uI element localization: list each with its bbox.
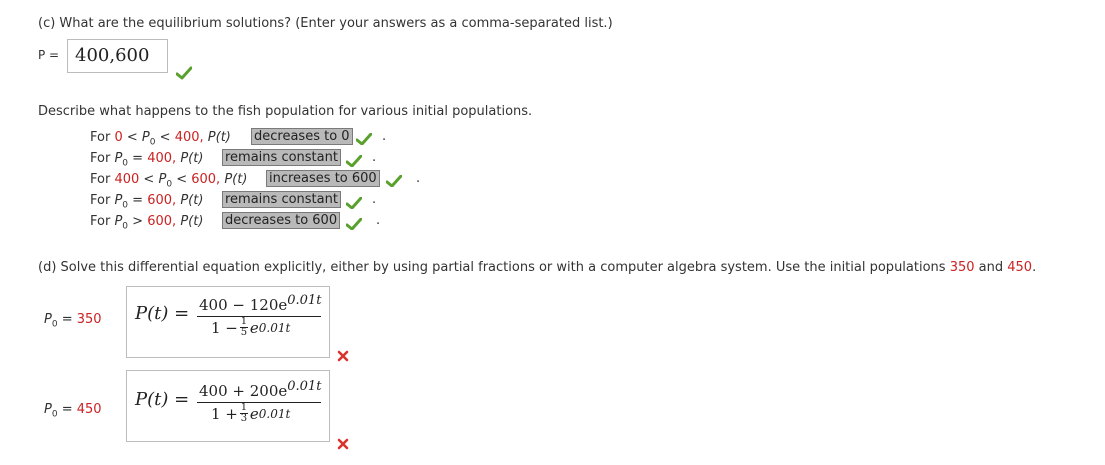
describe-row-2: For P0 = 400, P(t): [90, 151, 204, 169]
p0-label-450: P0 = 450: [44, 402, 102, 420]
row-5-answer[interactable]: decreases to 600: [222, 212, 341, 229]
describe-row-3: For 400 < P0 < 600, P(t): [90, 172, 248, 190]
row-2-period: .: [372, 150, 377, 165]
row-4-period: .: [372, 192, 377, 207]
describe-row-4: For P0 = 600, P(t): [90, 193, 204, 211]
check-icon: [386, 175, 402, 187]
solution-answer-field-350[interactable]: P(t) = 400 − 120e0.01t 1 − 1 5 e 0.01t: [126, 286, 330, 358]
row-5-period: .: [376, 213, 381, 228]
numerator: 400 + 200e0.01t: [199, 379, 322, 400]
p0-label-350: P0 = 350: [44, 312, 102, 330]
describe-row-5: For P0 > 600, P(t): [90, 214, 204, 232]
lhs: P(t) =: [135, 303, 190, 324]
check-icon: [346, 197, 362, 209]
row-1-period: .: [382, 129, 387, 144]
describe-question: Describe what happens to the fish popula…: [38, 104, 533, 119]
denominator: 1 − 1 5 e 0.01t: [211, 316, 291, 338]
check-icon: [346, 218, 362, 230]
row-3-period: .: [416, 171, 421, 186]
equilibrium-answer-value: 400,600: [75, 45, 150, 66]
row-1-answer[interactable]: decreases to 0: [251, 128, 353, 145]
check-icon: [356, 133, 372, 145]
row-4-answer[interactable]: remains constant: [222, 191, 341, 208]
part-c-question: (c) What are the equilibrium solutions? …: [38, 16, 613, 31]
x-icon: [337, 438, 349, 450]
denominator: 1 + 1 3 e 0.01t: [211, 402, 291, 424]
check-icon: [176, 66, 192, 80]
row-3-answer[interactable]: increases to 600: [266, 170, 380, 187]
x-icon: [337, 350, 349, 362]
lhs: P(t) =: [135, 389, 190, 410]
check-icon: [346, 155, 362, 167]
equilibrium-answer-field[interactable]: 400,600: [67, 39, 168, 73]
p-label: P =: [38, 48, 60, 62]
numerator: 400 − 120e0.01t: [199, 293, 322, 314]
describe-row-1: For 0 < P0 < 400, P(t): [90, 130, 231, 148]
part-d-question: (d) Solve this differential equation exp…: [38, 260, 1037, 275]
solution-answer-field-450[interactable]: P(t) = 400 + 200e0.01t 1 + 1 3 e 0.01t: [126, 370, 330, 442]
row-2-answer[interactable]: remains constant: [222, 149, 341, 166]
